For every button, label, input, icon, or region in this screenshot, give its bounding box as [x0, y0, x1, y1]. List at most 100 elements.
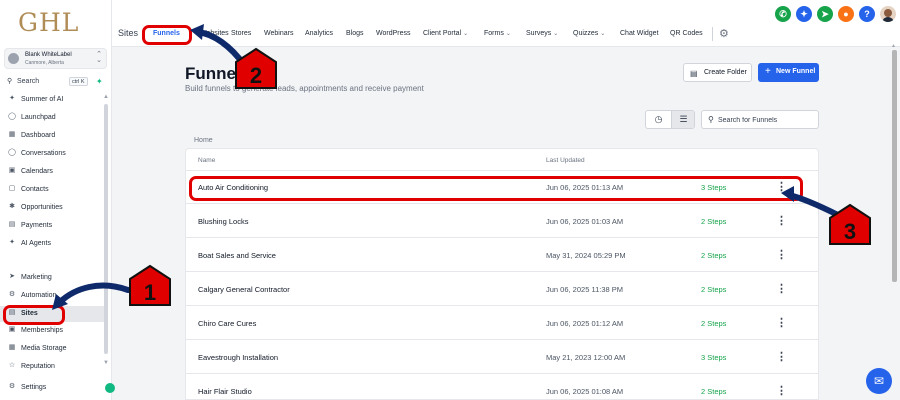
sidebar-item-settings[interactable]: ⚙ Settings	[0, 380, 104, 396]
page-scroll-up-icon[interactable]: ▲	[891, 43, 896, 49]
tab-chat-widget[interactable]: Chat Widget	[620, 30, 659, 37]
sidebar-scroll-down-icon[interactable]: ▼	[103, 360, 109, 366]
funnel-name[interactable]: Chiro Care Cures	[198, 319, 256, 328]
funnel-updated: Jun 06, 2025 01:03 AM	[546, 217, 624, 226]
tab-label: Blogs	[346, 30, 364, 37]
breadcrumb[interactable]: Home	[194, 137, 213, 144]
column-header-name[interactable]: Name	[198, 157, 215, 164]
sidebar-item-payments[interactable]: ▤ Payments	[0, 218, 104, 234]
table-row[interactable]: Hair Flair Studio Jun 06, 2025 01:08 AM 2 …	[186, 375, 818, 399]
sidebar-item-launchpad[interactable]: ◯ Launchpad	[0, 110, 104, 126]
tab-surveys[interactable]: Surveys ⌄	[526, 30, 558, 37]
tab-webinars[interactable]: Webinars	[264, 30, 293, 37]
badge-house-3	[829, 203, 871, 245]
sidebar-item-automation[interactable]: ⚙ Automation	[0, 288, 104, 304]
sidebar-search[interactable]: ⚲ Search ctrl K ✦	[5, 77, 105, 89]
more-options-icon[interactable]: ⋮	[776, 316, 787, 329]
gear-icon[interactable]: ⚙	[719, 27, 729, 40]
tab-label: Analytics	[305, 30, 334, 37]
sidebar-item-media-storage[interactable]: ▦ Media Storage	[0, 341, 104, 357]
clock-view-icon[interactable]: ◷	[646, 111, 671, 128]
tab-label: Surveys	[526, 30, 552, 37]
sidebar-scroll-up-icon[interactable]: ▲	[103, 94, 109, 100]
chevron-down-icon: ⌄	[553, 31, 559, 37]
table-row[interactable]: Boat Sales and Service May 31, 2024 05:29…	[186, 239, 818, 272]
chat-icon: ◯	[8, 149, 16, 156]
new-funnel-button[interactable]: + New Funnel	[758, 63, 819, 82]
magic-wand-icon[interactable]: ✦	[796, 6, 812, 22]
create-folder-button[interactable]: ▤ Create Folder	[683, 63, 752, 82]
bell-icon[interactable]: ●	[838, 6, 854, 22]
funnel-name[interactable]: Boat Sales and Service	[198, 251, 276, 260]
funnel-name[interactable]: Blushing Locks	[198, 217, 248, 226]
sidebar-item-conversations[interactable]: ◯ Conversations	[0, 146, 104, 162]
view-toggle: ◷ ☰	[645, 110, 695, 129]
gear-icon: ⚙	[8, 383, 16, 390]
account-switcher[interactable]: Blank WhiteLabel Canmore, Alberta ⌃ ⌄	[4, 48, 107, 69]
tab-qr-codes[interactable]: QR Codes	[670, 30, 703, 37]
sidebar-collapse-button[interactable]	[105, 383, 115, 393]
tab-wordpress[interactable]: WordPress	[376, 30, 411, 37]
calendar-icon: ▣	[8, 167, 16, 174]
sidebar-item-marketing[interactable]: ➤ Marketing	[0, 270, 104, 286]
funnel-search-field[interactable]: ⚲	[701, 110, 819, 129]
sidebar-item-label: Marketing	[21, 274, 52, 281]
page-scrollbar[interactable]	[892, 50, 897, 282]
plus-icon: +	[765, 66, 771, 77]
more-options-icon[interactable]: ⋮	[776, 350, 787, 363]
funnel-name[interactable]: Eavestrough Installation	[198, 353, 278, 362]
funnel-name[interactable]: Hair Flair Studio	[198, 387, 252, 396]
more-options-icon[interactable]: ⋮	[776, 282, 787, 295]
support-chat-icon[interactable]: ✉	[866, 368, 892, 394]
phone-icon[interactable]: ✆	[775, 6, 791, 22]
tab-websites[interactable]: Websites	[200, 30, 229, 37]
sidebar-item-label: Media Storage	[21, 345, 67, 352]
funnel-name[interactable]: Calgary General Contractor	[198, 285, 290, 294]
megaphone-icon[interactable]: ➤	[817, 6, 833, 22]
sidebar-search-label: Search	[17, 78, 40, 85]
sidebar-item-opportunities[interactable]: ✱ Opportunities	[0, 200, 104, 216]
highlight-box-sites-item	[3, 305, 65, 325]
table-row[interactable]: Calgary General Contractor Jun 06, 2025 1…	[186, 273, 818, 306]
quick-add-icon[interactable]: ✦	[96, 77, 103, 86]
funnel-steps: 2 Steps	[701, 285, 727, 294]
badge-number-text-3: 3	[844, 219, 856, 244]
sidebar-item-ai-agents[interactable]: ✦ AI Agents	[0, 236, 104, 252]
funnel-steps: 3 Steps	[701, 353, 727, 362]
tab-analytics[interactable]: Analytics	[305, 30, 333, 37]
table-row[interactable]: Blushing Locks Jun 06, 2025 01:03 AM 2 Ste…	[186, 205, 818, 238]
more-options-icon[interactable]: ⋮	[776, 214, 787, 227]
sidebar-item-calendars[interactable]: ▣ Calendars	[0, 164, 104, 180]
tab-stores[interactable]: Stores	[231, 30, 251, 37]
table-row[interactable]: Eavestrough Installation May 21, 2023 12:…	[186, 341, 818, 374]
sidebar-item-label: Dashboard	[21, 132, 56, 139]
user-avatar[interactable]	[880, 6, 896, 22]
tab-forms[interactable]: Forms ⌄	[484, 30, 511, 37]
badge-house-1	[129, 264, 171, 306]
sidebar-item-dashboard[interactable]: ▦ Dashboard	[0, 128, 104, 144]
sidebar-scrollbar[interactable]	[104, 104, 108, 354]
column-header-last-updated[interactable]: Last Updated	[546, 157, 585, 164]
more-options-icon[interactable]: ⋮	[776, 384, 787, 397]
tab-client-portal[interactable]: Client Portal ⌄	[423, 30, 468, 37]
tab-label: Client Portal	[423, 30, 462, 37]
tab-divider	[712, 27, 713, 41]
search-shortcut-badge: ctrl K	[69, 77, 88, 86]
table-row[interactable]: Chiro Care Cures Jun 06, 2025 01:12 AM 2 S…	[186, 307, 818, 340]
help-icon[interactable]: ?	[859, 6, 875, 22]
tab-blogs[interactable]: Blogs	[346, 30, 364, 37]
chevron-down-icon: ⌄	[600, 31, 606, 37]
sidebar-item-contacts[interactable]: ▢ Contacts	[0, 182, 104, 198]
page-title: Funnels	[185, 64, 251, 83]
tab-quizzes[interactable]: Quizzes ⌄	[573, 30, 605, 37]
brand-logo[interactable]: GHL	[18, 8, 79, 37]
funnel-search-input[interactable]	[718, 114, 814, 126]
sidebar-item-reputation[interactable]: ☆ Reputation	[0, 359, 104, 375]
more-options-icon[interactable]: ⋮	[776, 248, 787, 261]
funnel-steps: 2 Steps	[701, 387, 727, 396]
account-location: Canmore, Alberta	[25, 60, 64, 66]
list-view-icon[interactable]: ☰	[671, 111, 694, 128]
tab-label: Websites	[200, 30, 229, 37]
sidebar-item-summer-of-ai[interactable]: ✦ Summer of AI	[0, 92, 104, 108]
sidebar-item-memberships[interactable]: ▣ Memberships	[0, 323, 104, 339]
